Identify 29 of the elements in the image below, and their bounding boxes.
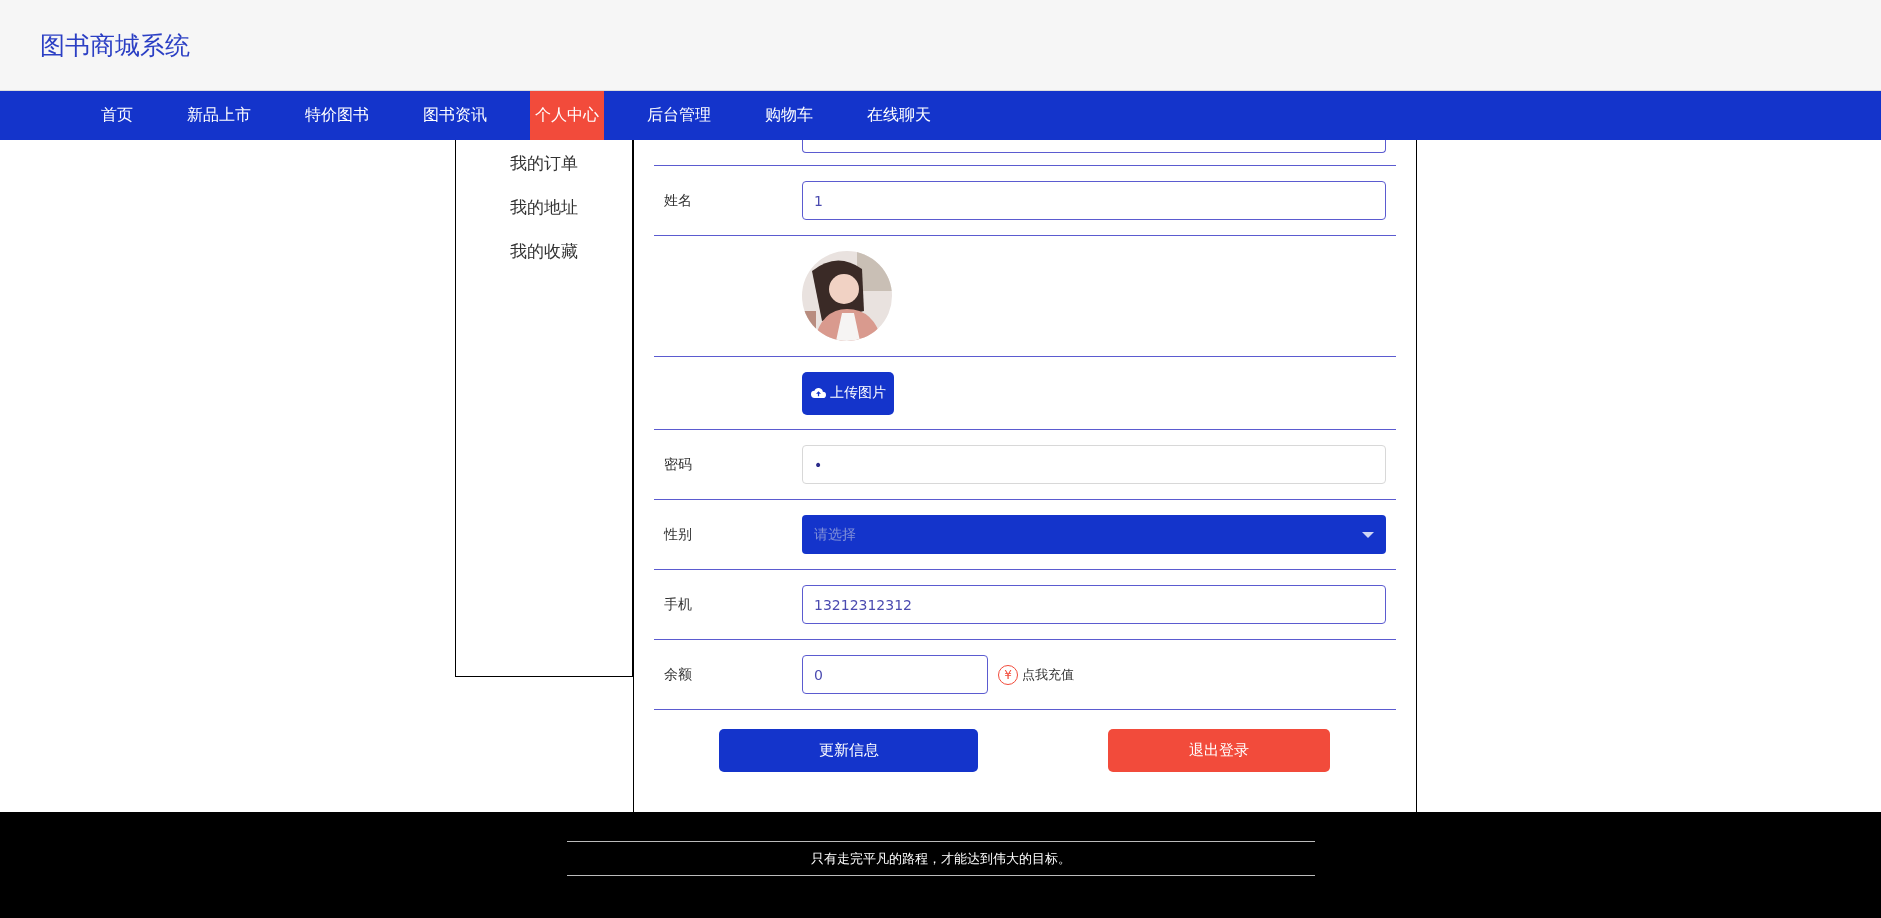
field-label: 余额 [664,665,692,682]
input-field[interactable]: 1 [802,181,1386,220]
input-field[interactable]: • [802,445,1386,484]
nav-tab[interactable]: 购物车 [754,91,824,140]
sidebar-item[interactable]: 我的订单 [510,141,578,185]
cloud-upload-icon [810,387,826,399]
field-label: 密码 [664,455,692,472]
sidebar-item[interactable]: 我的收藏 [510,229,578,273]
caret-icon [1362,531,1374,538]
nav-tab[interactable]: 新品上市 [176,91,262,140]
logout-button[interactable]: 退出登录 [1108,729,1330,772]
upload-button[interactable]: 上传图片 [802,371,894,415]
site-title: 图书商城系统 [40,29,190,62]
input-field[interactable] [802,140,1386,153]
recharge-link[interactable]: 点我充值 [1022,665,1074,684]
nav-tab[interactable]: 图书资讯 [412,91,498,140]
nav-tab[interactable]: 个人中心 [530,91,604,140]
input-field[interactable]: 13212312312 [802,585,1386,624]
nav-tab[interactable]: 特价图书 [294,91,380,140]
field-label: 姓名 [664,191,692,208]
nav-tab[interactable]: 首页 [90,91,144,140]
nav-tab[interactable]: 在线聊天 [856,91,942,140]
sidebar-item[interactable]: 我的地址 [510,185,578,229]
footer-motto: 只有走完平凡的路程，才能达到伟大的目标。 [810,849,1071,868]
field-label: 手机 [664,595,692,612]
nav-tab[interactable]: 后台管理 [636,91,722,140]
input-field[interactable]: 0 [802,655,988,694]
field-label: 性别 [664,525,692,542]
update-button[interactable]: 更新信息 [719,729,978,772]
